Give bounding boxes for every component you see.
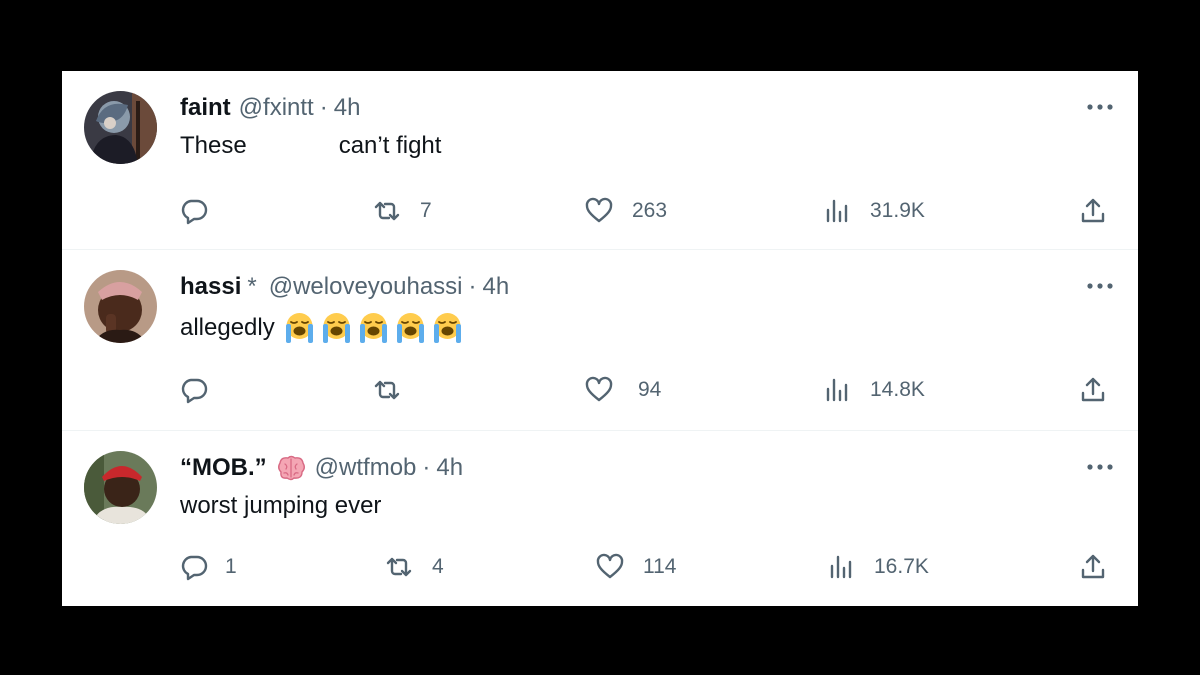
heart-icon [585, 197, 613, 223]
retweet-button[interactable] [372, 372, 420, 408]
loudly-crying-face-emoji-icon [357, 311, 390, 344]
ellipsis-icon [1087, 283, 1113, 289]
loudly-crying-face-emoji-icon [283, 311, 316, 344]
timestamp[interactable]: 4h [334, 94, 361, 122]
avatar[interactable] [84, 451, 157, 524]
avatar-anime-character-icon [84, 91, 157, 164]
emoji-row [279, 311, 464, 344]
view-count: 16.7K [874, 555, 929, 578]
retweet-button[interactable]: 4 [384, 549, 444, 585]
share-button[interactable] [1078, 549, 1108, 585]
timestamp[interactable]: 4h [483, 273, 510, 301]
tweet[interactable]: faint @fxintt · 4h These can’t fight 7 2… [62, 71, 1138, 250]
tweet-header: “MOB.” @wtfmob · 4h [180, 453, 463, 483]
reply-button[interactable] [179, 372, 227, 408]
tweet-text-start: These [180, 132, 247, 159]
heart-icon [596, 553, 624, 579]
name-badge: * [247, 273, 257, 300]
bar-chart-icon [826, 378, 848, 402]
display-name[interactable]: hassi [180, 273, 241, 301]
tweet-text-content: worst jumping ever [180, 492, 382, 519]
share-icon [1081, 554, 1105, 579]
avatar-person-red-cap-icon [84, 451, 157, 524]
like-button[interactable]: 263 [584, 193, 667, 229]
tweet-replies-panel: faint @fxintt · 4h These can’t fight 7 2… [62, 71, 1138, 606]
reply-icon [181, 378, 208, 404]
avatar-person-icon [84, 270, 157, 343]
avatar[interactable] [84, 91, 157, 164]
loudly-crying-face-emoji-icon [431, 311, 464, 344]
bar-chart-icon [830, 555, 852, 579]
tweet-actions: 7 263 31.9K [62, 193, 1138, 229]
display-name[interactable]: faint [180, 94, 231, 122]
like-button[interactable]: 114 [595, 549, 676, 585]
ellipsis-icon [1087, 104, 1113, 110]
view-count: 14.8K [870, 378, 925, 401]
views-button[interactable]: 14.8K [822, 372, 925, 408]
tweet-text: worst jumping ever [180, 492, 381, 520]
heart-icon [585, 376, 613, 402]
avatar[interactable] [84, 270, 157, 343]
more-options-button[interactable] [1086, 457, 1114, 477]
share-button[interactable] [1078, 193, 1108, 229]
more-options-button[interactable] [1086, 97, 1114, 117]
handle[interactable]: @wtfmob [315, 454, 417, 482]
loudly-crying-face-emoji-icon [394, 311, 427, 344]
more-options-button[interactable] [1086, 276, 1114, 296]
tweet-text-content: allegedly [180, 313, 275, 341]
like-button[interactable]: 94 [584, 372, 661, 408]
display-name[interactable]: “MOB.” [180, 454, 267, 482]
reply-count: 1 [225, 555, 237, 578]
tweet-text: allegedly [180, 311, 464, 344]
reply-icon [181, 199, 208, 225]
retweet-button[interactable]: 7 [372, 193, 432, 229]
reply-button[interactable]: 1 [179, 549, 237, 585]
retweet-icon [374, 201, 400, 221]
view-count: 31.9K [870, 199, 925, 222]
share-button[interactable] [1078, 372, 1108, 408]
like-count: 114 [643, 555, 677, 578]
bar-chart-icon [826, 199, 848, 223]
timestamp[interactable]: 4h [436, 454, 463, 482]
like-count: 263 [632, 199, 668, 222]
tweet-text: These can’t fight [180, 132, 441, 160]
tweet-actions: 94 14.8K [62, 372, 1138, 408]
ellipsis-icon [1087, 464, 1113, 470]
tweet[interactable]: hassi * @weloveyouhassi · 4h allegedly 9… [62, 250, 1138, 431]
separator: · [422, 454, 431, 481]
separator: · [319, 94, 328, 121]
tweet-actions: 1 4 114 16.7K [62, 549, 1138, 585]
tweet-header: faint @fxintt · 4h [180, 93, 360, 123]
retweet-count: 4 [432, 555, 444, 578]
reply-button[interactable] [179, 193, 227, 229]
tweet[interactable]: “MOB.” @wtfmob · 4h worst jumping ever 1… [62, 431, 1138, 606]
redacted-word [246, 132, 339, 160]
share-icon [1081, 377, 1105, 402]
separator: · [468, 273, 477, 300]
tweet-text-end: can’t fight [338, 132, 442, 159]
loudly-crying-face-emoji-icon [320, 311, 353, 344]
retweet-icon [386, 557, 412, 577]
handle[interactable]: @fxintt [239, 94, 314, 122]
retweet-icon [374, 380, 400, 400]
views-button[interactable]: 31.9K [822, 193, 925, 229]
like-count: 94 [638, 378, 662, 401]
share-icon [1081, 198, 1105, 223]
tweet-header: hassi * @weloveyouhassi · 4h [180, 272, 509, 302]
views-button[interactable]: 16.7K [826, 549, 929, 585]
retweet-count: 7 [420, 199, 432, 222]
reply-icon [181, 555, 208, 581]
handle[interactable]: @weloveyouhassi [269, 273, 463, 301]
brain-emoji-icon [277, 455, 305, 481]
